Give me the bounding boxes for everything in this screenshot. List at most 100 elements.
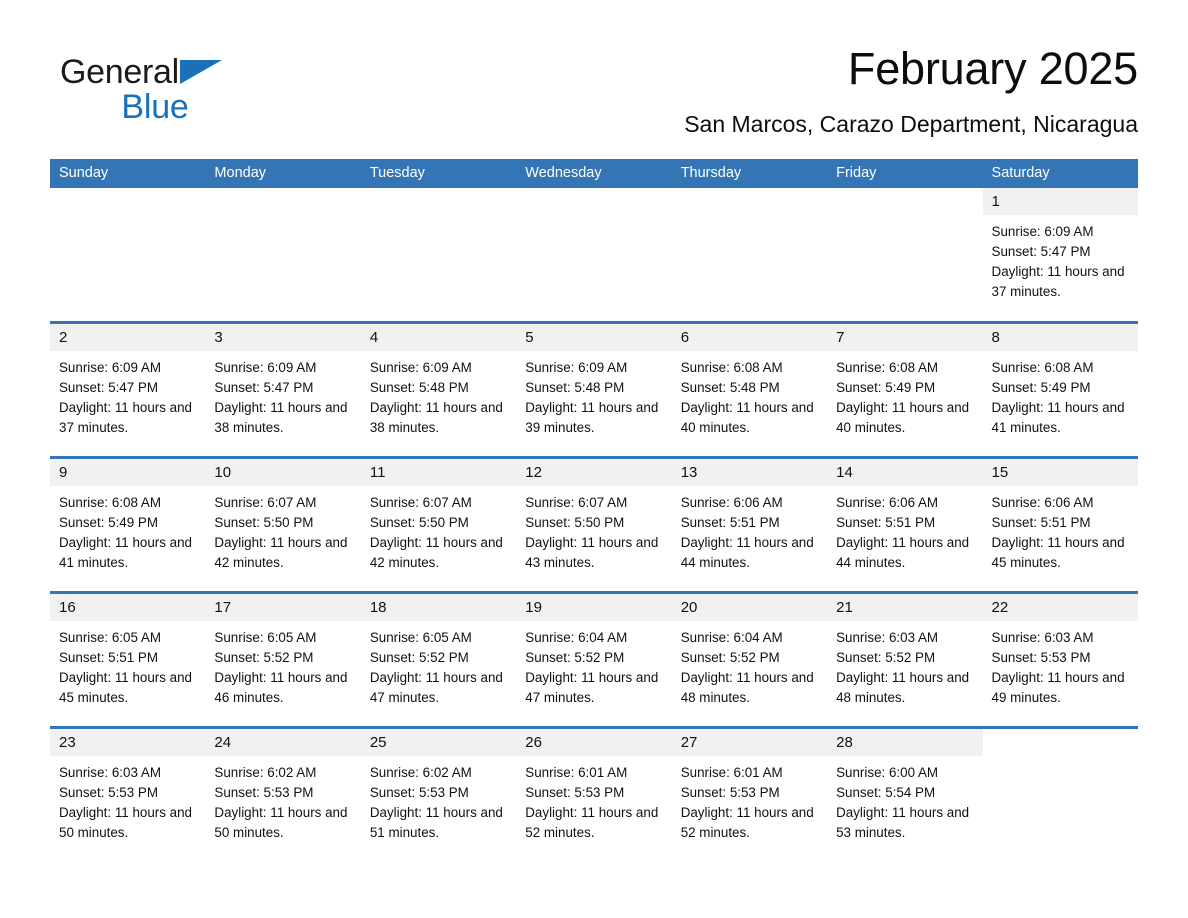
sunrise-text: Sunrise: 6:04 AM xyxy=(525,630,628,645)
weekday-wednesday: Wednesday xyxy=(525,165,602,181)
daylight-text: Daylight: 11 hours and 42 minutes. xyxy=(214,535,348,570)
day-cell[interactable]: 6 Sunrise: 6:08 AM Sunset: 5:48 PM Daylight… xyxy=(671,324,828,456)
daylight-text: Daylight: 11 hours and 45 minutes. xyxy=(991,535,1125,570)
sunrise-text: Sunrise: 6:05 AM xyxy=(214,630,317,645)
day-cell[interactable]: 12 Sunrise: 6:07 AM Sunset: 5:50 PM Dayligh… xyxy=(516,459,672,591)
daylight-text: Daylight: 11 hours and 40 minutes. xyxy=(836,400,970,435)
day-cell[interactable]: 5 Sunrise: 6:09 AM Sunset: 5:48 PM Daylight… xyxy=(516,324,672,456)
day-number: 2 xyxy=(50,324,206,351)
day-details: Sunrise: 6:01 AM Sunset: 5:53 PM Daylight:… xyxy=(672,756,827,843)
day-number: 11 xyxy=(360,459,517,486)
page-subtitle: San Marcos, Carazo Department, Nicaragua xyxy=(684,111,1138,137)
day-number xyxy=(360,188,517,215)
day-details: Sunrise: 6:00 AM Sunset: 5:54 PM Daylight:… xyxy=(827,756,982,843)
day-number xyxy=(982,729,1138,756)
day-number: 15 xyxy=(982,459,1138,486)
day-cell[interactable]: 20 Sunrise: 6:04 AM Sunset: 5:52 PM Dayligh… xyxy=(671,594,828,726)
day-cell[interactable]: 23 Sunrise: 6:03 AM Sunset: 5:53 PM Dayligh… xyxy=(50,729,206,861)
day-cell[interactable]: 3 Sunrise: 6:09 AM Sunset: 5:47 PM Daylight… xyxy=(205,324,361,456)
sunset-text: Sunset: 5:50 PM xyxy=(369,515,469,530)
weekday-monday: Monday xyxy=(214,165,267,181)
day-cell[interactable]: 19 Sunrise: 6:04 AM Sunset: 5:52 PM Dayligh… xyxy=(516,594,672,726)
calendar-grid: Sunday Monday Tuesday Wednesday Thursday… xyxy=(50,159,1138,861)
day-cell[interactable]: 8 Sunrise: 6:08 AM Sunset: 5:49 PM Daylight… xyxy=(982,324,1138,456)
day-details: Sunrise: 6:08 AM Sunset: 5:49 PM Daylight:… xyxy=(983,351,1138,438)
sunset-text: Sunset: 5:49 PM xyxy=(836,380,936,395)
daylight-text: Daylight: 11 hours and 40 minutes. xyxy=(680,400,814,435)
sunset-text: Sunset: 5:53 PM xyxy=(680,785,780,800)
day-number: 8 xyxy=(982,324,1138,351)
day-number: 18 xyxy=(360,594,517,621)
day-cell[interactable]: 1 Sunrise: 6:09 AM Sunset: 5:47 PM Daylight… xyxy=(982,188,1138,321)
daylight-text: Daylight: 11 hours and 44 minutes. xyxy=(836,535,970,570)
day-cell-empty xyxy=(360,188,517,321)
day-cell[interactable]: 15 Sunrise: 6:06 AM Sunset: 5:51 PM Dayligh… xyxy=(982,459,1138,591)
sunset-text: Sunset: 5:51 PM xyxy=(680,515,780,530)
day-cell[interactable]: 13 Sunrise: 6:06 AM Sunset: 5:51 PM Dayligh… xyxy=(671,459,828,591)
sunset-text: Sunset: 5:51 PM xyxy=(991,515,1091,530)
day-number: 22 xyxy=(982,594,1138,621)
day-details: Sunrise: 6:04 AM Sunset: 5:52 PM Daylight:… xyxy=(516,621,671,708)
day-cell[interactable]: 2 Sunrise: 6:09 AM Sunset: 5:47 PM Daylight… xyxy=(50,324,206,456)
calendar-week-row: 9 Sunrise: 6:08 AM Sunset: 5:49 PM Daylight… xyxy=(50,459,1138,594)
day-details: Sunrise: 6:05 AM Sunset: 5:52 PM Daylight:… xyxy=(361,621,516,708)
day-number: 20 xyxy=(671,594,828,621)
day-number: 10 xyxy=(205,459,361,486)
day-cell[interactable]: 9 Sunrise: 6:08 AM Sunset: 5:49 PM Daylight… xyxy=(50,459,206,591)
generalblue-logo: General Blue xyxy=(60,52,320,132)
sunset-text: Sunset: 5:47 PM xyxy=(991,244,1091,259)
daylight-text: Daylight: 11 hours and 37 minutes. xyxy=(59,400,192,435)
day-cell[interactable]: 10 Sunrise: 6:07 AM Sunset: 5:50 PM Dayligh… xyxy=(205,459,361,591)
sunset-text: Sunset: 5:51 PM xyxy=(59,650,158,665)
day-cell[interactable]: 4 Sunrise: 6:09 AM Sunset: 5:48 PM Daylight… xyxy=(360,324,517,456)
day-number: 13 xyxy=(671,459,828,486)
sunset-text: Sunset: 5:53 PM xyxy=(59,785,158,800)
calendar-weeks: 1 Sunrise: 6:09 AM Sunset: 5:47 PM Daylight… xyxy=(50,188,1138,861)
day-cell-empty xyxy=(205,188,361,321)
sunrise-text: Sunrise: 6:02 AM xyxy=(369,765,472,780)
sunrise-text: Sunrise: 6:09 AM xyxy=(214,360,317,375)
calendar-week-row: 1 Sunrise: 6:09 AM Sunset: 5:47 PM Daylight… xyxy=(50,188,1138,324)
day-cell[interactable]: 25 Sunrise: 6:02 AM Sunset: 5:53 PM Dayligh… xyxy=(360,729,517,861)
day-cell[interactable]: 24 Sunrise: 6:02 AM Sunset: 5:53 PM Dayligh… xyxy=(205,729,361,861)
sunrise-text: Sunrise: 6:06 AM xyxy=(991,495,1094,510)
day-cell[interactable]: 17 Sunrise: 6:05 AM Sunset: 5:52 PM Dayligh… xyxy=(205,594,361,726)
sunrise-text: Sunrise: 6:09 AM xyxy=(991,224,1094,239)
daylight-text: Daylight: 11 hours and 38 minutes. xyxy=(214,400,348,435)
sunrise-text: Sunrise: 6:09 AM xyxy=(369,360,472,375)
day-cell[interactable]: 22 Sunrise: 6:03 AM Sunset: 5:53 PM Dayligh… xyxy=(982,594,1138,726)
sunrise-text: Sunrise: 6:06 AM xyxy=(836,495,939,510)
day-cell[interactable]: 27 Sunrise: 6:01 AM Sunset: 5:53 PM Dayligh… xyxy=(671,729,828,861)
day-number: 26 xyxy=(516,729,672,756)
day-cell[interactable]: 18 Sunrise: 6:05 AM Sunset: 5:52 PM Dayligh… xyxy=(360,594,517,726)
day-details: Sunrise: 6:07 AM Sunset: 5:50 PM Daylight:… xyxy=(516,486,671,573)
daylight-text: Daylight: 11 hours and 52 minutes. xyxy=(680,805,814,840)
page-header: General Blue February 2025 San Marcos, C… xyxy=(50,40,1138,150)
daylight-text: Daylight: 11 hours and 41 minutes. xyxy=(59,535,192,570)
day-cell-empty xyxy=(516,188,672,321)
daylight-text: Daylight: 11 hours and 45 minutes. xyxy=(59,670,192,705)
day-details: Sunrise: 6:08 AM Sunset: 5:49 PM Daylight:… xyxy=(827,351,982,438)
day-cell[interactable]: 16 Sunrise: 6:05 AM Sunset: 5:51 PM Dayligh… xyxy=(50,594,206,726)
day-cell[interactable]: 21 Sunrise: 6:03 AM Sunset: 5:52 PM Dayligh… xyxy=(827,594,983,726)
day-cell[interactable]: 14 Sunrise: 6:06 AM Sunset: 5:51 PM Dayligh… xyxy=(827,459,983,591)
day-number: 6 xyxy=(671,324,828,351)
day-number xyxy=(516,188,672,215)
sunrise-text: Sunrise: 6:05 AM xyxy=(369,630,472,645)
calendar-week-row: 23 Sunrise: 6:03 AM Sunset: 5:53 PM Dayligh… xyxy=(50,729,1138,861)
daylight-text: Daylight: 11 hours and 39 minutes. xyxy=(525,400,659,435)
logo-text-general: General xyxy=(60,53,179,91)
sunrise-text: Sunrise: 6:07 AM xyxy=(369,495,472,510)
sunset-text: Sunset: 5:53 PM xyxy=(991,650,1091,665)
daylight-text: Daylight: 11 hours and 48 minutes. xyxy=(836,670,970,705)
day-number: 27 xyxy=(671,729,828,756)
day-cell[interactable]: 11 Sunrise: 6:07 AM Sunset: 5:50 PM Dayligh… xyxy=(360,459,517,591)
weekday-header-row: Sunday Monday Tuesday Wednesday Thursday… xyxy=(50,159,1138,188)
day-cell[interactable]: 7 Sunrise: 6:08 AM Sunset: 5:49 PM Daylight… xyxy=(827,324,983,456)
day-number: 16 xyxy=(50,594,206,621)
sunset-text: Sunset: 5:48 PM xyxy=(680,380,780,395)
sunset-text: Sunset: 5:52 PM xyxy=(214,650,314,665)
day-cell[interactable]: 26 Sunrise: 6:01 AM Sunset: 5:53 PM Dayligh… xyxy=(516,729,672,861)
day-cell[interactable]: 28 Sunrise: 6:00 AM Sunset: 5:54 PM Dayligh… xyxy=(827,729,983,861)
logo-text-blue: Blue xyxy=(121,88,189,126)
